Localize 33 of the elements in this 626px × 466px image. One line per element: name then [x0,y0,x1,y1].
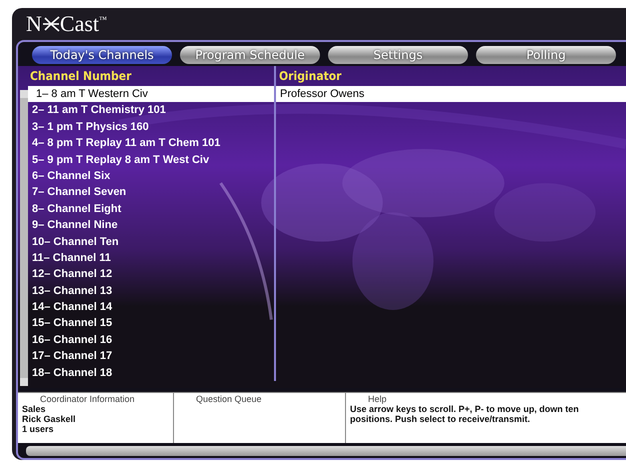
channel-cell[interactable]: 3– 1 pm T Physics 160 [28,118,274,136]
channel-cell[interactable]: 11– Channel 11 [28,250,274,266]
channel-cell[interactable]: 12– Channel 12 [28,266,274,283]
logo-text: Cast [60,11,100,37]
channel-cell[interactable]: 4– 8 pm T Replay 11 am T Chem 101 [28,135,274,152]
panel-text: Sales [22,404,47,414]
panel-text: Use arrow keys to scroll. P+, P- to move up, down ten positions. Push select to receive/transmit. [350,404,580,424]
channel-cell[interactable]: 9– Channel Nine [28,217,274,234]
channel-cell[interactable]: 5– 9 pm T Replay 8 am T West Civ [28,152,274,168]
channel-cell[interactable]: 15– Channel 15 [28,315,274,332]
panel-text: 1 users [22,424,55,434]
logo-text: N [26,11,42,37]
scrollbar[interactable] [20,90,28,386]
trademark-mark: ™ [99,15,107,24]
channel-cell[interactable]: 10– Channel Ten [28,234,274,250]
channel-cell[interactable]: 14– Channel 14 [28,299,274,316]
channel-cell[interactable]: 7– Channel Seven [28,184,274,201]
panel-title: Question Queue [195,394,263,404]
originator-cell: Professor Owens [274,86,626,102]
column-header: Channel Number [29,68,132,85]
panel-text: Rick Gaskell [22,414,77,424]
panel-title: Coordinator Information [39,394,136,404]
channel-cell[interactable]: 6– Channel Six [28,168,274,184]
channel-cell[interactable]: 18– Channel 18 [28,364,274,382]
star-icon [42,15,60,33]
panel-title: Help [367,394,388,404]
channel-cell[interactable]: 16– Channel 16 [28,332,274,348]
tab[interactable]: Today's Channels [32,46,172,64]
channel-cell[interactable]: 2– 11 am T Chemistry 101 [28,102,274,119]
channel-cell[interactable]: 8– Channel Eight [28,200,274,218]
channel-cell[interactable]: 13– Channel 13 [28,282,274,300]
channel-cell[interactable]: 17– Channel 17 [28,348,274,365]
channel-cell[interactable]: 1– 8 am T Western Civ [28,86,274,102]
